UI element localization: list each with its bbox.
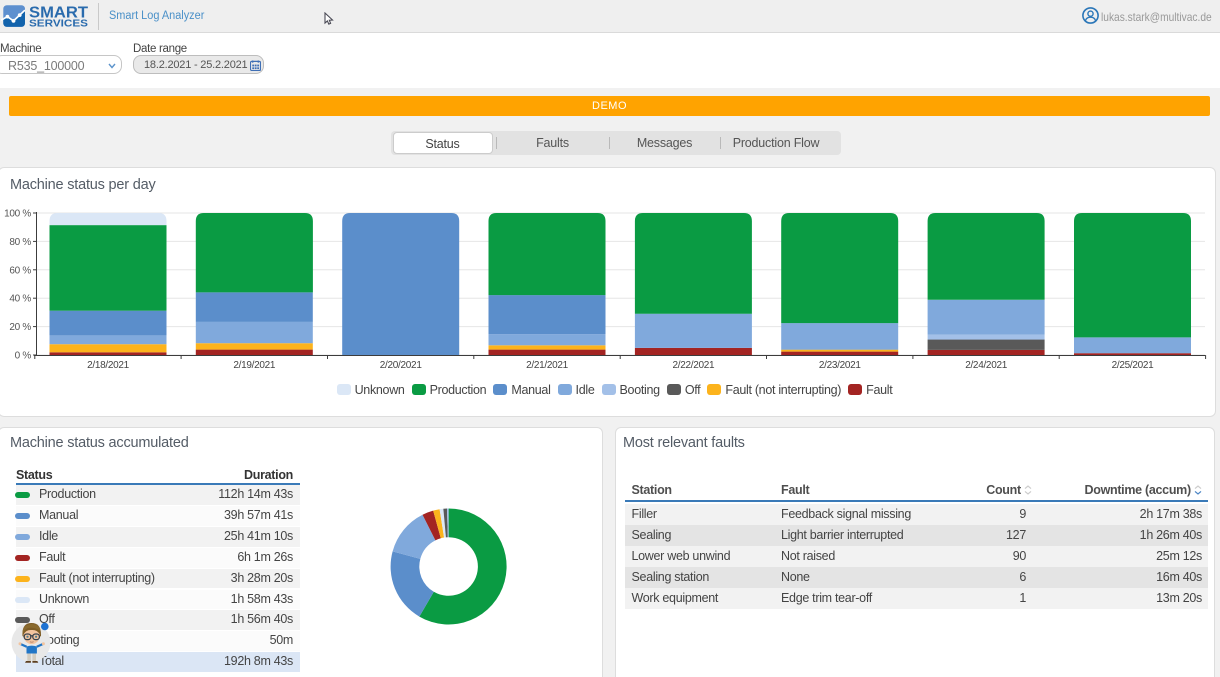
svg-text:2/19/2021: 2/19/2021 [233, 360, 276, 371]
svg-text:20 %: 20 % [9, 322, 31, 333]
svg-text:40 %: 40 % [9, 294, 31, 305]
svg-text:2/24/2021: 2/24/2021 [965, 360, 1008, 371]
svg-text:2/25/2021: 2/25/2021 [1112, 360, 1155, 371]
svg-text:0 %: 0 % [15, 351, 32, 362]
svg-text:60 %: 60 % [9, 265, 31, 276]
svg-text:2/18/2021: 2/18/2021 [87, 360, 130, 371]
svg-text:2/23/2021: 2/23/2021 [819, 360, 862, 371]
svg-text:2/21/2021: 2/21/2021 [526, 360, 569, 371]
svg-text:80 %: 80 % [9, 237, 31, 248]
svg-text:2/20/2021: 2/20/2021 [380, 360, 423, 371]
svg-text:2/22/2021: 2/22/2021 [673, 360, 716, 371]
svg-text:100 %: 100 % [4, 209, 31, 220]
